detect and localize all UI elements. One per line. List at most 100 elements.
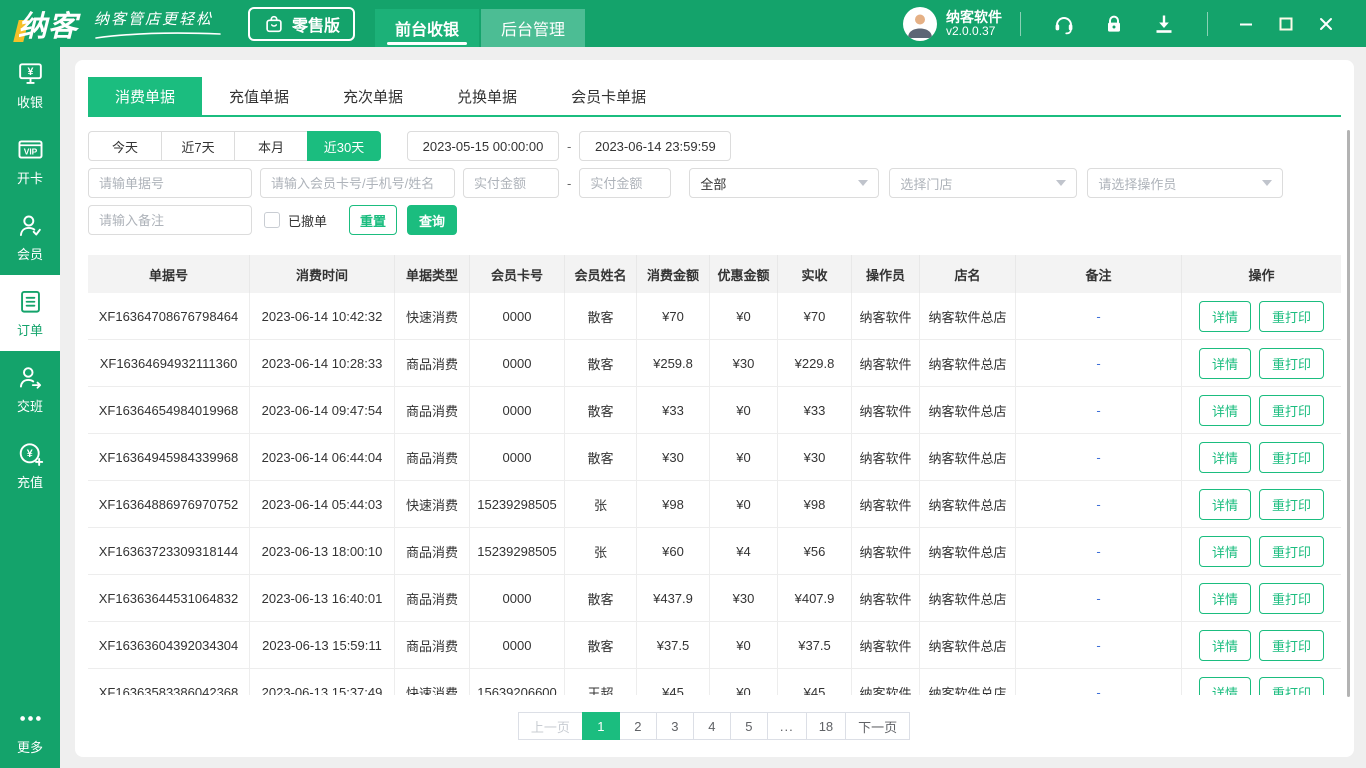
page-button[interactable]: 3 [655, 712, 694, 740]
detail-button[interactable]: 详情 [1198, 629, 1251, 661]
revoked-checkbox[interactable] [264, 212, 280, 228]
tab-consume-orders[interactable]: 消费单据 [88, 77, 203, 115]
chevron-down-icon [858, 180, 869, 186]
page-button[interactable]: 下一页 [845, 712, 911, 740]
page-button[interactable]: 4 [692, 712, 731, 740]
cell-paid: ¥45 [778, 669, 852, 695]
reprint-button[interactable]: 重打印 [1259, 347, 1325, 379]
store-select[interactable]: 选择门店 [889, 168, 1078, 198]
detail-button[interactable]: 详情 [1198, 676, 1251, 695]
cell-card-no: 0000 [470, 575, 565, 621]
tab-exchange-orders[interactable]: 兑换单据 [430, 77, 544, 115]
edition-button[interactable]: 零售版 [248, 6, 356, 41]
operator-select[interactable]: 请选择操作员 [1087, 168, 1284, 198]
download-icon[interactable] [1152, 12, 1176, 36]
page-button[interactable]: 1 [581, 712, 620, 740]
reprint-button[interactable]: 重打印 [1259, 394, 1325, 426]
order-type-select[interactable]: 全部 [689, 168, 880, 198]
range-30days-button[interactable]: 近30天 [307, 131, 381, 161]
sidebar-item-orders[interactable]: 订单 [0, 275, 60, 351]
cell-actions: 详情 重打印 [1182, 340, 1341, 386]
tab-times-orders[interactable]: 充次单据 [316, 77, 430, 115]
cell-store: 纳客软件总店 [920, 387, 1016, 433]
detail-button[interactable]: 详情 [1198, 347, 1251, 379]
detail-button[interactable]: 详情 [1198, 300, 1251, 332]
reprint-button[interactable]: 重打印 [1259, 488, 1325, 520]
page-button[interactable]: 5 [729, 712, 768, 740]
range-today-button[interactable]: 今天 [88, 131, 162, 161]
sidebar-item-open-card[interactable]: VIP 开卡 [0, 123, 60, 199]
reprint-button[interactable]: 重打印 [1259, 629, 1325, 661]
sidebar-item-member[interactable]: 会员 [0, 199, 60, 275]
scrollbar[interactable] [1347, 130, 1350, 697]
table-header: 单据号 消费时间 单据类型 会员卡号 会员姓名 消费金额 优惠金额 实收 操作员… [88, 255, 1341, 293]
cell-discount: ¥0 [710, 293, 778, 339]
amount-range-separator: - [567, 175, 572, 191]
cell-discount: ¥0 [710, 622, 778, 668]
page-button[interactable]: 2 [618, 712, 657, 740]
cell-order-no: XF16363644531064832 [88, 575, 250, 621]
reprint-button[interactable]: 重打印 [1259, 582, 1325, 614]
page-button[interactable]: ... [766, 712, 807, 740]
minimize-button[interactable] [1226, 4, 1266, 44]
close-button[interactable] [1306, 4, 1346, 44]
header-operator: 操作员 [852, 255, 920, 293]
sidebar-item-more[interactable]: 更多 [0, 698, 60, 762]
cell-discount: ¥0 [710, 387, 778, 433]
amount-max-input[interactable] [579, 168, 672, 198]
detail-button[interactable]: 详情 [1198, 535, 1251, 567]
page-button[interactable]: 18 [805, 712, 847, 740]
cell-member: 散客 [565, 434, 637, 480]
customer-service-icon[interactable] [1052, 12, 1076, 36]
reprint-button[interactable]: 重打印 [1259, 676, 1325, 695]
scrollbar-thumb[interactable] [1347, 130, 1350, 697]
order-list-icon [20, 290, 40, 313]
member-search-input[interactable] [260, 168, 455, 198]
reprint-button[interactable]: 重打印 [1259, 441, 1325, 473]
top-nav-tabs: 前台收银 后台管理 [375, 9, 586, 47]
detail-button[interactable]: 详情 [1198, 582, 1251, 614]
reprint-button[interactable]: 重打印 [1259, 535, 1325, 567]
cell-amount: ¥437.9 [637, 575, 710, 621]
cell-time: 2023-06-13 18:00:10 [250, 528, 395, 574]
lock-icon[interactable] [1102, 12, 1126, 36]
cell-actions: 详情 重打印 [1182, 387, 1341, 433]
sidebar-item-shift[interactable]: 交班 [0, 351, 60, 427]
tab-recharge-orders[interactable]: 充值单据 [202, 77, 316, 115]
window-controls [1226, 4, 1346, 44]
search-button[interactable]: 查询 [407, 205, 458, 235]
date-to-input[interactable] [579, 131, 732, 161]
range-month-button[interactable]: 本月 [234, 131, 308, 161]
cell-order-no: XF16364654984019968 [88, 387, 250, 433]
remark-input[interactable] [88, 205, 252, 235]
table-body: XF16364708676798464 2023-06-14 10:42:32 … [88, 293, 1341, 695]
pagination: 上一页 1 2 3 4 5 ... 18 下一页 [88, 712, 1341, 740]
order-no-input[interactable] [88, 168, 252, 198]
reprint-button[interactable]: 重打印 [1259, 300, 1325, 332]
tab-member-card-orders[interactable]: 会员卡单据 [544, 77, 673, 115]
sidebar-item-cashier[interactable]: ¥ 收银 [0, 47, 60, 123]
reset-button[interactable]: 重置 [349, 205, 398, 235]
date-from-input[interactable] [407, 131, 559, 161]
cell-actions: 详情 重打印 [1182, 669, 1341, 695]
filter-row-actions: 已撤单 重置 查询 [88, 205, 1341, 235]
cell-operator: 纳客软件 [852, 622, 920, 668]
avatar[interactable] [903, 6, 937, 41]
sidebar-item-label: 交班 [16, 398, 43, 414]
revoked-label: 已撤单 [288, 213, 328, 229]
detail-button[interactable]: 详情 [1198, 394, 1251, 426]
cell-actions: 详情 重打印 [1182, 434, 1341, 480]
detail-button[interactable]: 详情 [1198, 441, 1251, 473]
detail-button[interactable]: 详情 [1198, 488, 1251, 520]
cell-time: 2023-06-14 10:42:32 [250, 293, 395, 339]
document-tabs: 消费单据 充值单据 充次单据 兑换单据 会员卡单据 [88, 77, 1341, 115]
tab-back-management[interactable]: 后台管理 [481, 9, 586, 47]
amount-min-input[interactable] [463, 168, 559, 198]
tab-front-cashier[interactable]: 前台收银 [375, 9, 480, 47]
header-type: 单据类型 [395, 255, 470, 293]
sidebar-item-recharge[interactable]: ¥ 充值 [0, 427, 60, 503]
range-7days-button[interactable]: 近7天 [161, 131, 235, 161]
revoked-checkbox-wrap[interactable]: 已撤单 [264, 211, 327, 230]
maximize-button[interactable] [1266, 4, 1306, 44]
page-button[interactable]: 上一页 [517, 712, 583, 740]
